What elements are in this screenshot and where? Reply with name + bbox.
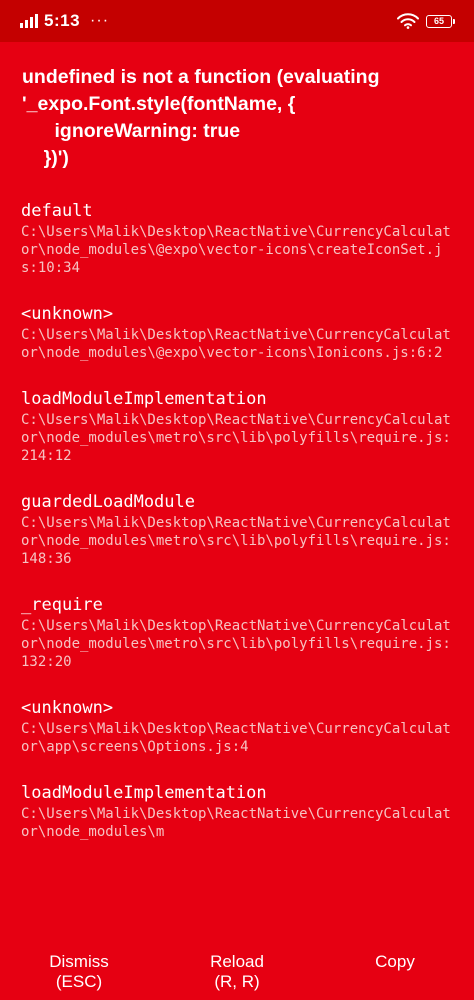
- stack-frame-file: C:\Users\Malik\Desktop\ReactNative\Curre…: [21, 515, 451, 567]
- status-bar-right: 65: [397, 11, 455, 31]
- dismiss-button[interactable]: Dismiss (ESC): [0, 948, 158, 1000]
- stack-trace[interactable]: default C:\Users\Malik\Desktop\ReactNativ…: [21, 199, 457, 947]
- stack-frame[interactable]: guardedLoadModule C:\Users\Malik\Desktop\…: [21, 490, 457, 568]
- stack-frame-file: C:\Users\Malik\Desktop\ReactNative\Curre…: [21, 721, 451, 755]
- stack-frame-method: loadModuleImplementation: [21, 783, 267, 803]
- stack-frame-file: C:\Users\Malik\Desktop\ReactNative\Curre…: [21, 224, 451, 276]
- copy-button-label: Copy: [375, 952, 415, 971]
- error-message: undefined is not a function (evaluating …: [22, 66, 380, 169]
- status-bar: 5:13 ··· 65: [0, 0, 474, 42]
- error-actions-bar: Dismiss (ESC) Reload (R, R) Copy: [0, 948, 474, 1000]
- stack-frame-method: default: [21, 201, 93, 221]
- stack-frame[interactable]: <unknown> C:\Users\Malik\Desktop\ReactNat…: [21, 696, 457, 756]
- stack-frame[interactable]: loadModuleImplementation C:\Users\Malik\D…: [21, 781, 457, 841]
- status-time: 5:13: [44, 11, 81, 30]
- stack-frame-file: C:\Users\Malik\Desktop\ReactNative\Curre…: [21, 412, 451, 464]
- stack-frame[interactable]: default C:\Users\Malik\Desktop\ReactNativ…: [21, 199, 457, 277]
- dismiss-button-label: Dismiss (ESC): [49, 952, 109, 991]
- stack-frame[interactable]: loadModuleImplementation C:\Users\Malik\D…: [21, 387, 457, 465]
- stack-frame-method: _require: [21, 595, 103, 615]
- reload-button[interactable]: Reload (R, R): [158, 948, 316, 1000]
- stack-frame-file: C:\Users\Malik\Desktop\ReactNative\Curre…: [21, 618, 451, 670]
- copy-button[interactable]: Copy: [316, 948, 474, 1000]
- battery-icon: 65: [426, 14, 455, 28]
- stack-frame-file: C:\Users\Malik\Desktop\ReactNative\Curre…: [21, 327, 451, 361]
- stack-frame-method: <unknown>: [21, 698, 114, 718]
- notification-dots-icon: ···: [90, 12, 110, 29]
- stack-frame-file: C:\Users\Malik\Desktop\ReactNative\Curre…: [21, 806, 451, 840]
- signal-strength-icon: [20, 14, 38, 28]
- stack-frame-method: <unknown>: [21, 304, 114, 324]
- stack-frame[interactable]: <unknown> C:\Users\Malik\Desktop\ReactNat…: [21, 302, 457, 362]
- stack-frame-method: loadModuleImplementation: [21, 389, 267, 409]
- status-bar-left: 5:13 ···: [20, 9, 109, 33]
- stack-frame[interactable]: _require C:\Users\Malik\Desktop\ReactNati…: [21, 593, 457, 671]
- stack-frame-method: guardedLoadModule: [21, 492, 195, 512]
- battery-level: 65: [433, 15, 444, 26]
- reload-button-label: Reload (R, R): [210, 952, 264, 991]
- wifi-icon: [397, 13, 419, 29]
